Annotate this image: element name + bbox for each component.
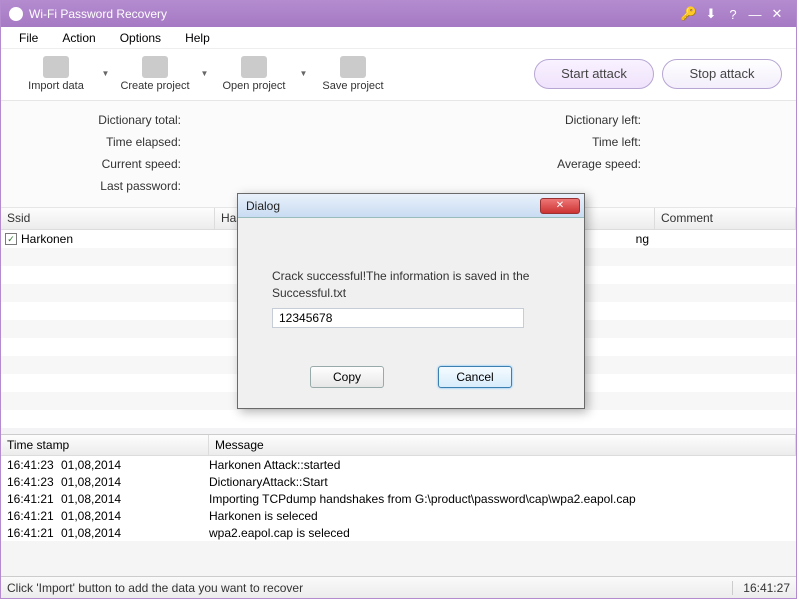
ssid-value: Harkonen <box>21 232 73 246</box>
create-label: Create project <box>120 80 189 92</box>
result-dialog: Dialog ✕ Crack successful!The informatio… <box>237 193 585 409</box>
import-icon <box>43 56 69 78</box>
log-body: 16:41:2301,08,2014Harkonen Attack::start… <box>1 456 796 541</box>
menu-bar: File Action Options Help <box>1 27 796 49</box>
log-date: 01,08,2014 <box>61 509 209 523</box>
log-date: 01,08,2014 <box>61 492 209 506</box>
close-button[interactable]: ✕ <box>766 6 788 22</box>
log-row[interactable]: 16:41:2301,08,2014DictionaryAttack::Star… <box>1 473 796 490</box>
menu-options[interactable]: Options <box>120 31 161 45</box>
row-checkbox[interactable]: ✓ <box>5 233 17 245</box>
current-speed-label: Current speed: <box>41 157 181 171</box>
stop-attack-button[interactable]: Stop attack <box>662 59 782 89</box>
save-icon <box>340 56 366 78</box>
dialog-message: Crack successful!The information is save… <box>272 268 550 302</box>
log-date: 01,08,2014 <box>61 526 209 540</box>
log-message: Harkonen is seleced <box>209 509 796 523</box>
status-bar: Click 'Import' button to add the data yo… <box>1 576 796 598</box>
time-elapsed-label: Time elapsed: <box>41 135 181 149</box>
dict-left-label: Dictionary left: <box>521 113 641 127</box>
copy-button[interactable]: Copy <box>310 366 384 388</box>
import-label: Import data <box>28 80 84 92</box>
menu-help[interactable]: Help <box>185 31 210 45</box>
open-label: Open project <box>223 80 286 92</box>
help-icon[interactable]: ? <box>722 7 744 22</box>
open-project-button[interactable]: Open project <box>217 51 291 97</box>
log-message: Importing TCPdump handshakes from G:\pro… <box>209 492 796 506</box>
app-logo-icon <box>9 7 23 21</box>
log-row[interactable]: 16:41:2301,08,2014Harkonen Attack::start… <box>1 456 796 473</box>
status-clock: 16:41:27 <box>732 581 790 595</box>
log-message: wpa2.eapol.cap is seleced <box>209 526 796 540</box>
chevron-down-icon[interactable]: ▼ <box>299 69 308 78</box>
create-project-button[interactable]: Create project <box>118 51 192 97</box>
log-date: 01,08,2014 <box>61 458 209 472</box>
import-data-button[interactable]: Import data <box>19 51 93 97</box>
stats-panel: Dictionary total: Dictionary left: Time … <box>1 101 796 208</box>
save-project-button[interactable]: Save project <box>316 51 390 97</box>
log-time: 16:41:23 <box>1 475 61 489</box>
menu-file[interactable]: File <box>19 31 38 45</box>
download-icon[interactable]: ⬇ <box>700 6 722 22</box>
open-icon <box>241 56 267 78</box>
col-message[interactable]: Message <box>209 435 796 455</box>
log-row[interactable]: 16:41:2101,08,2014Harkonen is seleced <box>1 507 796 524</box>
log-time: 16:41:21 <box>1 526 61 540</box>
log-message: DictionaryAttack::Start <box>209 475 796 489</box>
avg-speed-label: Average speed: <box>521 157 641 171</box>
create-icon <box>142 56 168 78</box>
chevron-down-icon[interactable]: ▼ <box>101 69 110 78</box>
col-ssid[interactable]: Ssid <box>1 208 215 229</box>
key-icon[interactable]: 🔑 <box>678 6 700 22</box>
log-time: 16:41:21 <box>1 509 61 523</box>
title-bar: Wi-Fi Password Recovery 🔑 ⬇ ? — ✕ <box>1 1 796 27</box>
log-date: 01,08,2014 <box>61 475 209 489</box>
log-time: 16:41:21 <box>1 492 61 506</box>
time-left-label: Time left: <box>521 135 641 149</box>
dialog-titlebar[interactable]: Dialog ✕ <box>238 194 584 218</box>
dialog-close-button[interactable]: ✕ <box>540 198 580 214</box>
dialog-title: Dialog <box>246 199 540 213</box>
chevron-down-icon[interactable]: ▼ <box>200 69 209 78</box>
last-password-label: Last password: <box>41 179 181 193</box>
status-hint: Click 'Import' button to add the data yo… <box>7 581 732 595</box>
result-input[interactable] <box>272 308 524 328</box>
log-header: Time stamp Message <box>1 434 796 456</box>
log-row[interactable]: 16:41:2101,08,2014Importing TCPdump hand… <box>1 490 796 507</box>
start-attack-button[interactable]: Start attack <box>534 59 654 89</box>
cancel-button[interactable]: Cancel <box>438 366 512 388</box>
window-title: Wi-Fi Password Recovery <box>29 7 678 21</box>
menu-action[interactable]: Action <box>62 31 95 45</box>
log-time: 16:41:23 <box>1 458 61 472</box>
save-label: Save project <box>322 80 383 92</box>
dict-total-label: Dictionary total: <box>41 113 181 127</box>
log-row[interactable]: 16:41:2101,08,2014wpa2.eapol.cap is sele… <box>1 524 796 541</box>
col-comment[interactable]: Comment <box>655 208 796 229</box>
col-timestamp[interactable]: Time stamp <box>1 435 209 455</box>
minimize-button[interactable]: — <box>744 7 766 22</box>
toolbar: Import data ▼ Create project ▼ Open proj… <box>1 49 796 101</box>
log-message: Harkonen Attack::started <box>209 458 796 472</box>
